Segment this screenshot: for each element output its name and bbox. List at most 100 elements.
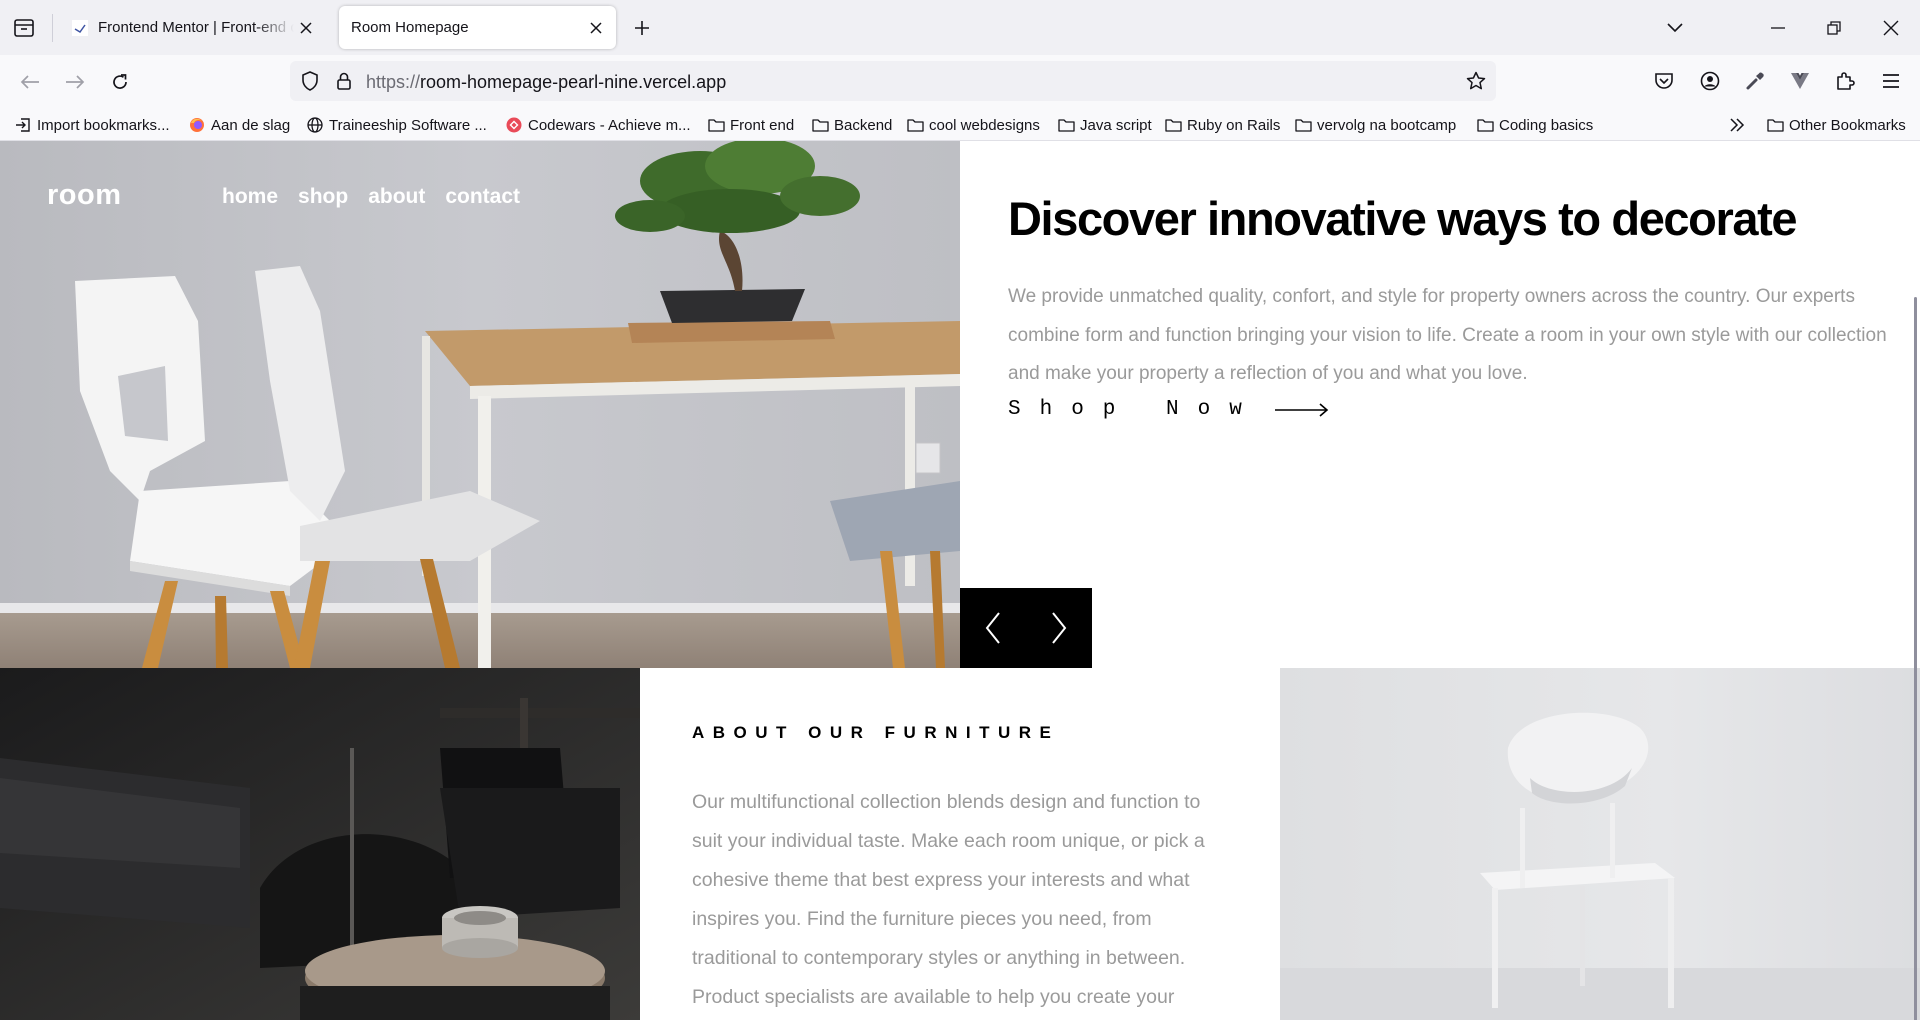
tab-bar: Frontend Mentor | Front-end coding chall…	[0, 0, 1920, 55]
bookmark-label: Other Bookmarks	[1789, 116, 1906, 134]
bookmark-codewars[interactable]: Codewars - Achieve m...	[505, 113, 691, 137]
about-image-dark	[0, 668, 640, 1020]
double-chevron-right-icon	[1728, 116, 1746, 134]
restore-button[interactable]	[1818, 12, 1850, 44]
forward-button[interactable]	[58, 65, 92, 99]
tracking-protection-button[interactable]	[298, 69, 322, 93]
forward-arrow-icon	[66, 75, 85, 89]
plus-icon	[635, 21, 649, 35]
tab-frontend-mentor[interactable]: Frontend Mentor | Front-end coding chall…	[60, 6, 326, 49]
folder-icon	[707, 116, 725, 134]
folder-icon	[1766, 116, 1784, 134]
folder-icon	[1164, 116, 1182, 134]
eyedropper-extension-button[interactable]	[1739, 65, 1771, 97]
chevron-right-icon	[1052, 612, 1067, 644]
chevron-down-icon	[1667, 23, 1683, 33]
bookmark-folder-backend[interactable]: Backend	[811, 113, 892, 137]
bookmarks-toolbar: Import bookmarks... Aan de slag Trainees…	[0, 109, 1920, 141]
url-protocol: https://	[366, 72, 421, 92]
bookmark-label: Coding basics	[1499, 116, 1594, 134]
list-all-tabs-button[interactable]	[1659, 12, 1691, 44]
reload-icon	[113, 74, 127, 89]
shop-now-link[interactable]: Shop Now	[1008, 398, 1329, 421]
bookmark-label: Backend	[834, 116, 893, 134]
tab-room-homepage[interactable]: Room Homepage	[339, 6, 616, 49]
folder-icon	[1294, 116, 1312, 134]
bookmark-folder-cool-webdesigns[interactable]: cool webdesigns	[906, 113, 1040, 137]
bookmarks-overflow-button[interactable]	[1728, 113, 1751, 137]
frontend-mentor-favicon-icon	[72, 19, 88, 36]
bookmark-label: Traineeship Software ...	[329, 116, 487, 134]
close-icon	[300, 21, 312, 34]
slider-prev-button[interactable]	[960, 588, 1026, 668]
pocket-button[interactable]	[1648, 65, 1680, 97]
nav-link-contact[interactable]: contact	[445, 185, 520, 209]
nav-link-about[interactable]: about	[368, 185, 425, 209]
hamburger-menu-icon	[1883, 74, 1899, 88]
app-menu-button[interactable]	[1875, 65, 1907, 97]
folder-icon	[906, 116, 924, 134]
tab-list-button[interactable]	[11, 15, 37, 41]
back-arrow-icon	[20, 75, 39, 89]
bookmark-traineeship[interactable]: Traineeship Software ...	[306, 113, 487, 137]
hero-photo-illustration	[0, 141, 960, 668]
close-icon	[590, 21, 602, 34]
hero-image: room home shop about contact	[0, 141, 960, 668]
site-info-button[interactable]	[332, 69, 356, 93]
import-icon	[14, 116, 32, 134]
tab-title: Frontend Mentor | Front-end coding chall…	[98, 19, 294, 36]
bookmark-folder-vervolg-na-bootcamp[interactable]: vervolg na bootcamp	[1294, 113, 1456, 137]
account-button[interactable]	[1694, 65, 1726, 97]
other-bookmarks[interactable]: Other Bookmarks	[1766, 113, 1906, 137]
bookmark-folder-ruby-on-rails[interactable]: Ruby on Rails	[1164, 113, 1280, 137]
nav-link-home[interactable]: home	[222, 185, 278, 209]
long-arrow-right-icon	[1274, 400, 1329, 420]
shop-now-label: Shop Now	[1008, 398, 1261, 421]
dark-furniture-photo-illustration	[0, 668, 640, 1020]
bookmark-label: Aan de slag	[211, 116, 291, 134]
hero-title: Discover innovative ways to decorate	[1008, 192, 1798, 245]
url-host: room-homepage-pearl-nine.vercel.app	[420, 72, 727, 92]
slider-next-button[interactable]	[1026, 588, 1092, 668]
vue-devtools-button[interactable]	[1784, 65, 1816, 97]
about-body: Our multifunctional collection blends de…	[692, 791, 1205, 1008]
address-bar[interactable]: https://room-homepage-pearl-nine.vercel.…	[290, 61, 1496, 101]
nav-link-shop[interactable]: shop	[298, 185, 348, 209]
reload-button[interactable]	[103, 65, 137, 99]
folder-icon	[811, 116, 829, 134]
lock-icon	[337, 72, 351, 90]
minimize-button[interactable]	[1762, 12, 1794, 44]
bookmark-label: Java script	[1080, 116, 1152, 134]
bookmark-folder-front-end[interactable]: Front end	[707, 113, 794, 137]
shield-icon	[302, 71, 318, 91]
puzzle-icon	[1837, 72, 1855, 90]
site-nav: home shop about contact	[222, 185, 520, 209]
hero-description: We provide unmatched quality, confort, a…	[1008, 286, 1887, 384]
close-window-button[interactable]	[1875, 12, 1907, 44]
account-icon	[1700, 71, 1720, 91]
firefox-icon	[188, 116, 206, 134]
about-section: ABOUT OUR FURNITURE Our multifunctional …	[640, 668, 1280, 1020]
bookmark-label: vervolg na bootcamp	[1317, 116, 1457, 134]
page-scrollbar[interactable]	[1914, 297, 1917, 1020]
bookmark-import[interactable]: Import bookmarks...	[14, 113, 170, 137]
codewars-icon	[505, 116, 523, 134]
folder-icon	[1057, 116, 1075, 134]
bookmark-folder-coding-basics[interactable]: Coding basics	[1476, 113, 1593, 137]
restore-icon	[1827, 21, 1841, 35]
tab-close-button[interactable]	[584, 16, 608, 40]
site-logo[interactable]: room	[47, 179, 122, 212]
pocket-icon	[1655, 73, 1673, 89]
bookmark-star-button[interactable]	[1464, 69, 1488, 93]
bookmark-label: Front end	[730, 116, 795, 134]
chevron-left-icon	[985, 612, 1000, 644]
back-button[interactable]	[13, 65, 47, 99]
extensions-button[interactable]	[1829, 65, 1861, 97]
new-tab-button[interactable]	[628, 14, 656, 42]
bookmark-aan-de-slag[interactable]: Aan de slag	[188, 113, 290, 137]
tab-close-button[interactable]	[294, 16, 318, 40]
white-chair-photo-illustration	[1280, 668, 1920, 1020]
tab-title: Room Homepage	[351, 19, 469, 36]
bookmark-folder-java-script[interactable]: Java script	[1057, 113, 1152, 137]
bookmark-label: Import bookmarks...	[37, 116, 170, 134]
